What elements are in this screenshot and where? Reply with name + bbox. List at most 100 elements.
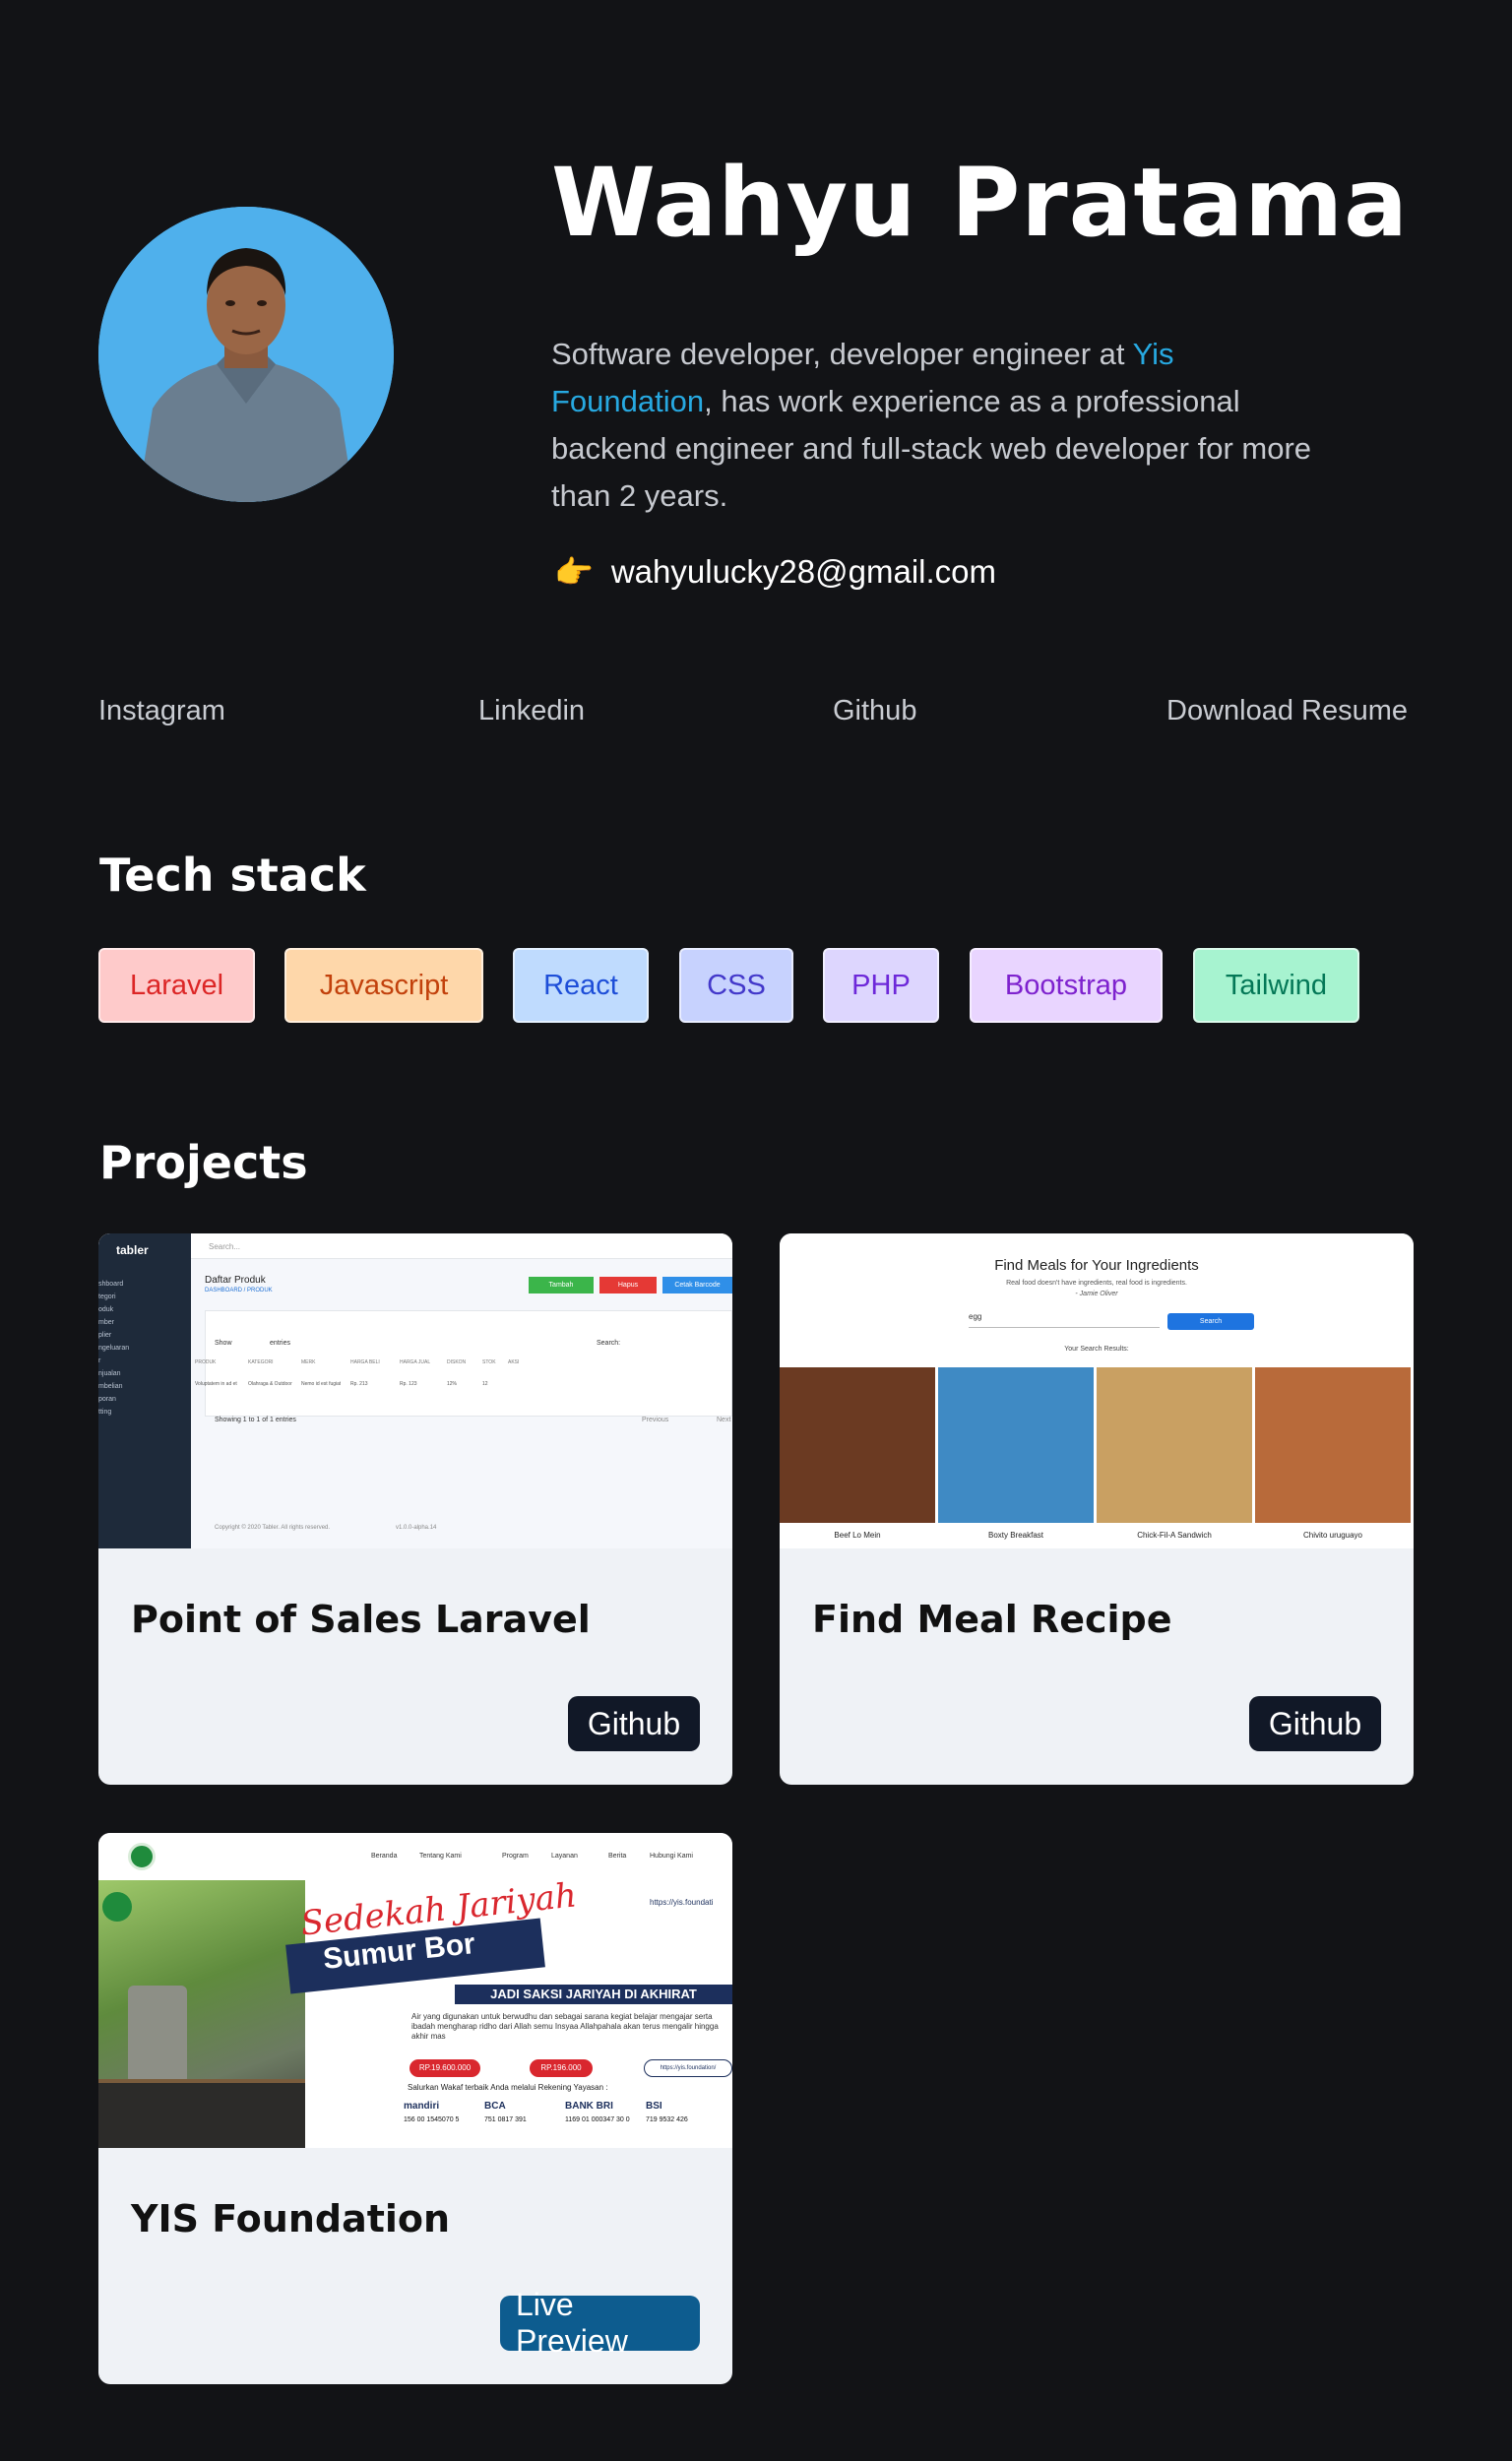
meal-quote: Real food doesn't have ingredients, real… bbox=[1006, 1280, 1187, 1287]
pos-table-cell: 12 bbox=[482, 1381, 488, 1387]
pos-column-header: AKSI bbox=[508, 1359, 520, 1365]
linkedin-link[interactable]: Linkedin bbox=[478, 695, 585, 727]
meal-title: Find Meals for Your Ingredients bbox=[994, 1257, 1199, 1274]
meal-result-name: Chick-Fil-A Sandwich bbox=[1137, 1531, 1212, 1540]
chip-php: PHP bbox=[823, 948, 939, 1023]
meal-result-image bbox=[938, 1367, 1094, 1523]
pos-search-label: Search: bbox=[597, 1340, 621, 1347]
pos-sidebar-item: tting bbox=[98, 1409, 112, 1416]
download-resume-link[interactable]: Download Resume bbox=[1166, 695, 1408, 727]
pos-sidebar-item: njualan bbox=[98, 1370, 121, 1377]
chip-css: CSS bbox=[679, 948, 793, 1023]
bio-prefix: Software developer, developer engineer a… bbox=[551, 337, 1133, 371]
meal-results-label: Your Search Results: bbox=[1064, 1346, 1129, 1353]
github-link[interactable]: Github bbox=[833, 695, 916, 727]
chip-javascript: Javascript bbox=[284, 948, 483, 1023]
person-photo bbox=[98, 207, 394, 502]
yis-bank-number: 719 9532 426 bbox=[646, 2116, 688, 2123]
chip-laravel: Laravel bbox=[98, 948, 255, 1023]
pos-column-header: MERK bbox=[301, 1359, 316, 1365]
live-preview-button[interactable]: Live Preview bbox=[500, 2287, 700, 2359]
project-card-meal: Find Meals for Your Ingredients Real foo… bbox=[780, 1233, 1414, 1785]
yis-nav-item: Beranda bbox=[371, 1853, 398, 1860]
yis-bank-number: 751 0817 391 bbox=[484, 2116, 527, 2123]
yis-nav-item: Layanan bbox=[551, 1853, 578, 1860]
meal-screenshot: Find Meals for Your Ingredients Real foo… bbox=[780, 1233, 1414, 1548]
pos-delete-button: Hapus bbox=[599, 1277, 657, 1294]
pos-column-header: DISKON bbox=[447, 1359, 467, 1365]
pos-column-header: STOK bbox=[482, 1359, 496, 1365]
project-title: YIS Foundation bbox=[131, 2197, 451, 2240]
yis-donate-url: https://yis.foundation/ bbox=[644, 2059, 732, 2077]
meal-result-image bbox=[1097, 1367, 1252, 1523]
pos-table-cell: Rp. 213 bbox=[350, 1381, 368, 1387]
yis-tagline: JADI SAKSI JARIYAH DI AKHIRAT bbox=[490, 1987, 697, 2001]
pos-column-header: KATEGORI bbox=[248, 1359, 274, 1365]
yis-price-1: RP.19.600.000 bbox=[410, 2059, 480, 2077]
pos-search: Search... bbox=[209, 1242, 241, 1251]
pos-table-cell: Rp. 123 bbox=[400, 1381, 417, 1387]
pos-sidebar-item: poran bbox=[98, 1396, 116, 1403]
pos-version: v1.0.0-alpha.14 bbox=[396, 1525, 437, 1531]
project-title: Find Meal Recipe bbox=[812, 1598, 1172, 1641]
pos-table-cell: Voluptatem in ad et bbox=[195, 1381, 237, 1387]
meal-search-button: Search bbox=[1167, 1313, 1254, 1330]
pos-heading: Daftar Produk bbox=[205, 1275, 266, 1286]
pos-sidebar-item: shboard bbox=[98, 1281, 124, 1288]
chip-tailwind: Tailwind bbox=[1193, 948, 1359, 1023]
pos-add-button: Tambah bbox=[529, 1277, 594, 1294]
pos-column-header: HARGA BELI bbox=[350, 1359, 380, 1365]
meal-result-name: Boxty Breakfast bbox=[987, 1531, 1044, 1540]
yis-screenshot: Beranda Tentang Kami Program Layanan Berita H… bbox=[98, 1833, 732, 2148]
pos-sidebar-item: ngeluaran bbox=[98, 1345, 130, 1352]
pos-sidebar-item: plier bbox=[98, 1332, 112, 1339]
pos-screenshot: tabler shboard tegori oduk mber plier ngeluar… bbox=[98, 1233, 732, 1548]
pos-column-header: PRODUK bbox=[195, 1359, 217, 1365]
meal-result-image bbox=[780, 1367, 935, 1523]
profile-avatar bbox=[98, 207, 394, 502]
pos-column-header: HARGA JUAL bbox=[400, 1359, 431, 1365]
meal-result-name: Chivito uruguayo bbox=[1302, 1531, 1363, 1540]
project-title: Point of Sales Laravel bbox=[131, 1598, 591, 1641]
pos-table-cell: Nemo id est fugiat bbox=[301, 1381, 342, 1387]
yis-bank-line: Salurkan Wakaf terbaik Anda melalui Reke… bbox=[408, 2083, 608, 2092]
pos-showing: Showing 1 to 1 of 1 entries bbox=[215, 1417, 296, 1423]
yis-bank-number: 1169 01 000347 30 0 bbox=[565, 2116, 630, 2123]
pos-copyright: Copyright © 2020 Tabler. All rights rese… bbox=[215, 1525, 331, 1531]
yis-bank-name: BANK BRI bbox=[565, 2101, 613, 2112]
profile-name: Wahyu Pratama bbox=[551, 148, 1409, 258]
yis-body-text: Air yang digunakan untuk berwudhu dan se… bbox=[411, 2012, 719, 2041]
projects-title: Projects bbox=[99, 1136, 308, 1189]
email-contact[interactable]: 👉 wahyulucky28@gmail.com bbox=[554, 553, 996, 591]
github-button[interactable]: Github bbox=[568, 1696, 700, 1751]
pos-sidebar-item: oduk bbox=[98, 1306, 114, 1313]
social-links: Instagram Linkedin Github Download Resum… bbox=[98, 695, 1414, 734]
yis-bank-number: 156 00 1545070 5 bbox=[404, 2116, 460, 2123]
chip-react: React bbox=[513, 948, 649, 1023]
meal-result-name: Beef Lo Mein bbox=[834, 1531, 881, 1540]
yis-price-2: RP.196.000 bbox=[530, 2059, 593, 2077]
pos-sidebar-item: tegori bbox=[98, 1294, 116, 1300]
profile-bio: Software developer, developer engineer a… bbox=[551, 331, 1329, 520]
meal-search-input: egg bbox=[969, 1312, 1160, 1328]
yis-url: https://yis.foundati bbox=[650, 1898, 714, 1907]
meal-author: - Jamie Oliver bbox=[1075, 1291, 1118, 1297]
pos-print-button: Cetak Barcode bbox=[662, 1277, 732, 1294]
meal-result-image bbox=[1255, 1367, 1411, 1523]
yis-nav-item: Tentang Kami bbox=[419, 1853, 462, 1860]
pos-show-label: Show bbox=[215, 1340, 232, 1347]
pos-sidebar-item: mber bbox=[98, 1319, 114, 1326]
pos-table-cell: 12% bbox=[447, 1381, 458, 1387]
pos-table-cell: Olahraga & Outdoor bbox=[248, 1381, 292, 1387]
email-address[interactable]: wahyulucky28@gmail.com bbox=[611, 553, 996, 591]
pos-brand: tabler bbox=[116, 1243, 149, 1257]
instagram-link[interactable]: Instagram bbox=[98, 695, 225, 727]
yis-nav-item: Hubungi Kami bbox=[650, 1853, 693, 1860]
pos-sidebar-item: mbelian bbox=[98, 1383, 123, 1390]
github-button[interactable]: Github bbox=[1249, 1696, 1381, 1751]
yis-nav-item: Berita bbox=[608, 1853, 627, 1860]
pointing-hand-icon: 👉 bbox=[554, 554, 594, 590]
pos-breadcrumb: DASHBOARD / PRODUK bbox=[205, 1288, 273, 1294]
tech-stack-title: Tech stack bbox=[99, 849, 366, 902]
pos-sidebar-item: r bbox=[98, 1357, 101, 1364]
